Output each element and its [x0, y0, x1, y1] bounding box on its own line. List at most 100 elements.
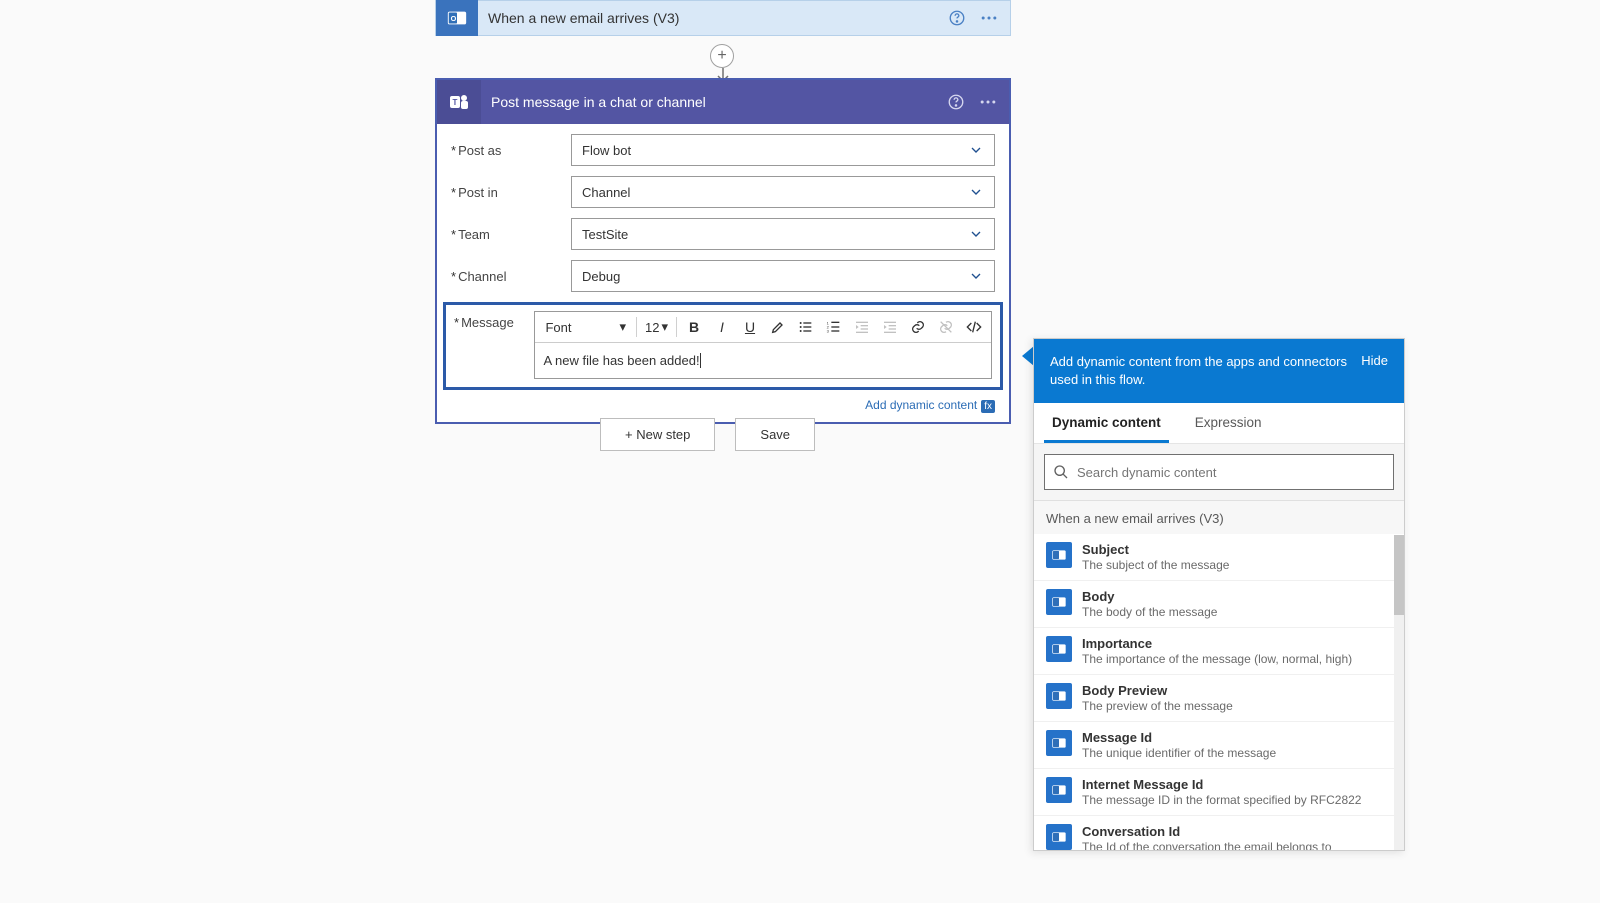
field-post-as: *Post as Flow bot	[451, 134, 995, 166]
item-name: Internet Message Id	[1082, 777, 1361, 792]
teams-icon: T	[437, 80, 481, 124]
panel-header: Add dynamic content from the apps and co…	[1034, 339, 1404, 403]
more-icon[interactable]	[977, 91, 999, 113]
svg-text:3: 3	[827, 328, 830, 333]
chevron-down-icon	[968, 268, 984, 284]
channel-dropdown[interactable]: Debug	[571, 260, 995, 292]
field-team: *Team TestSite	[451, 218, 995, 250]
dropdown-value: Channel	[582, 185, 968, 200]
trigger-card[interactable]: O When a new email arrives (V3)	[435, 0, 1011, 36]
dynamic-content-item[interactable]: Message IdThe unique identifier of the m…	[1034, 722, 1404, 769]
indent-button[interactable]	[879, 316, 901, 338]
save-button[interactable]: Save	[735, 418, 815, 451]
svg-text:T: T	[453, 98, 458, 107]
panel-tabs: Dynamic content Expression	[1034, 403, 1404, 444]
item-desc: The preview of the message	[1082, 699, 1233, 713]
outlook-icon: O	[436, 0, 478, 36]
item-name: Body	[1082, 589, 1217, 604]
chevron-down-icon	[968, 184, 984, 200]
number-list-button[interactable]: 123	[823, 316, 845, 338]
team-dropdown[interactable]: TestSite	[571, 218, 995, 250]
underline-button[interactable]: U	[739, 316, 761, 338]
font-label: Font	[545, 320, 571, 335]
post-as-dropdown[interactable]: Flow bot	[571, 134, 995, 166]
unlink-button[interactable]	[935, 316, 957, 338]
item-desc: The message ID in the format specified b…	[1082, 793, 1361, 807]
help-icon[interactable]	[945, 91, 967, 113]
dropdown-value: TestSite	[582, 227, 968, 242]
field-label: *Post in	[451, 185, 571, 200]
field-post-in: *Post in Channel	[451, 176, 995, 208]
dynamic-content-item[interactable]: BodyThe body of the message	[1034, 581, 1404, 628]
item-name: Subject	[1082, 542, 1229, 557]
fx-icon: fx	[981, 400, 995, 413]
item-name: Message Id	[1082, 730, 1276, 745]
dynamic-content-item[interactable]: SubjectThe subject of the message	[1034, 534, 1404, 581]
outlook-icon	[1046, 636, 1072, 662]
link-button[interactable]	[907, 316, 929, 338]
field-label: *Team	[451, 227, 571, 242]
action-header[interactable]: T Post message in a chat or channel	[437, 80, 1009, 124]
chevron-down-icon	[968, 226, 984, 242]
outlook-icon	[1046, 589, 1072, 615]
outlook-icon	[1046, 730, 1072, 756]
scrollbar[interactable]	[1394, 535, 1404, 850]
more-icon[interactable]	[978, 7, 1000, 29]
scroll-thumb[interactable]	[1394, 535, 1404, 615]
dynamic-content-item[interactable]: Body PreviewThe preview of the message	[1034, 675, 1404, 722]
dynamic-content-item[interactable]: ImportanceThe importance of the message …	[1034, 628, 1404, 675]
add-step-button[interactable]: +	[710, 44, 734, 68]
item-desc: The Id of the conversation the email bel…	[1082, 840, 1332, 850]
bottom-buttons: + New step Save	[600, 418, 815, 451]
highlight-button[interactable]	[767, 316, 789, 338]
bullet-list-button[interactable]	[795, 316, 817, 338]
field-channel: *Channel Debug	[451, 260, 995, 292]
trigger-title: When a new email arrives (V3)	[488, 10, 946, 26]
code-view-button[interactable]	[963, 316, 985, 338]
search-icon	[1053, 464, 1069, 480]
help-icon[interactable]	[946, 7, 968, 29]
action-title: Post message in a chat or channel	[491, 94, 945, 110]
font-selector[interactable]: Font ▾	[541, 317, 630, 337]
dropdown-value: Debug	[582, 269, 968, 284]
size-selector[interactable]: 12 ▾	[643, 317, 670, 337]
bold-button[interactable]: B	[683, 316, 705, 338]
dynamic-content-panel: Add dynamic content from the apps and co…	[1033, 338, 1405, 851]
outlook-icon	[1046, 542, 1072, 568]
item-name: Importance	[1082, 636, 1352, 651]
message-editor[interactable]: Font ▾ 12 ▾ B I U	[534, 311, 992, 379]
search-input-wrap	[1044, 454, 1394, 490]
item-name: Conversation Id	[1082, 824, 1332, 839]
item-desc: The importance of the message (low, norm…	[1082, 652, 1352, 666]
caret-down-icon: ▾	[661, 319, 668, 335]
dynamic-content-list[interactable]: SubjectThe subject of the messageBodyThe…	[1034, 534, 1404, 850]
outlook-icon	[1046, 777, 1072, 803]
field-message: *Message Font ▾ 12 ▾	[443, 302, 1003, 390]
action-body: *Post as Flow bot *Post in Channel *Team…	[437, 124, 1009, 396]
dynamic-content-item[interactable]: Conversation IdThe Id of the conversatio…	[1034, 816, 1404, 850]
size-label: 12	[645, 320, 659, 335]
tab-dynamic-content[interactable]: Dynamic content	[1044, 403, 1169, 443]
outlook-icon	[1046, 683, 1072, 709]
new-step-button[interactable]: + New step	[600, 418, 715, 451]
hide-button[interactable]: Hide	[1361, 353, 1388, 368]
dynamic-content-item[interactable]: Internet Message IdThe message ID in the…	[1034, 769, 1404, 816]
outdent-button[interactable]	[851, 316, 873, 338]
item-name: Body Preview	[1082, 683, 1233, 698]
message-text: A new file has been added!	[543, 353, 699, 368]
caret-down-icon: ▾	[619, 319, 626, 335]
dropdown-value: Flow bot	[582, 143, 968, 158]
group-title: When a new email arrives (V3)	[1034, 501, 1404, 534]
editor-content[interactable]: A new file has been added!	[535, 343, 991, 378]
post-in-dropdown[interactable]: Channel	[571, 176, 995, 208]
item-desc: The unique identifier of the message	[1082, 746, 1276, 760]
panel-description: Add dynamic content from the apps and co…	[1050, 353, 1351, 389]
item-desc: The subject of the message	[1082, 558, 1229, 572]
item-desc: The body of the message	[1082, 605, 1217, 619]
italic-button[interactable]: I	[711, 316, 733, 338]
tab-expression[interactable]: Expression	[1187, 403, 1270, 443]
flow-canvas: O When a new email arrives (V3) + T Post…	[0, 0, 1600, 903]
search-input[interactable]	[1077, 465, 1385, 480]
chevron-down-icon	[968, 142, 984, 158]
field-label: *Post as	[451, 143, 571, 158]
